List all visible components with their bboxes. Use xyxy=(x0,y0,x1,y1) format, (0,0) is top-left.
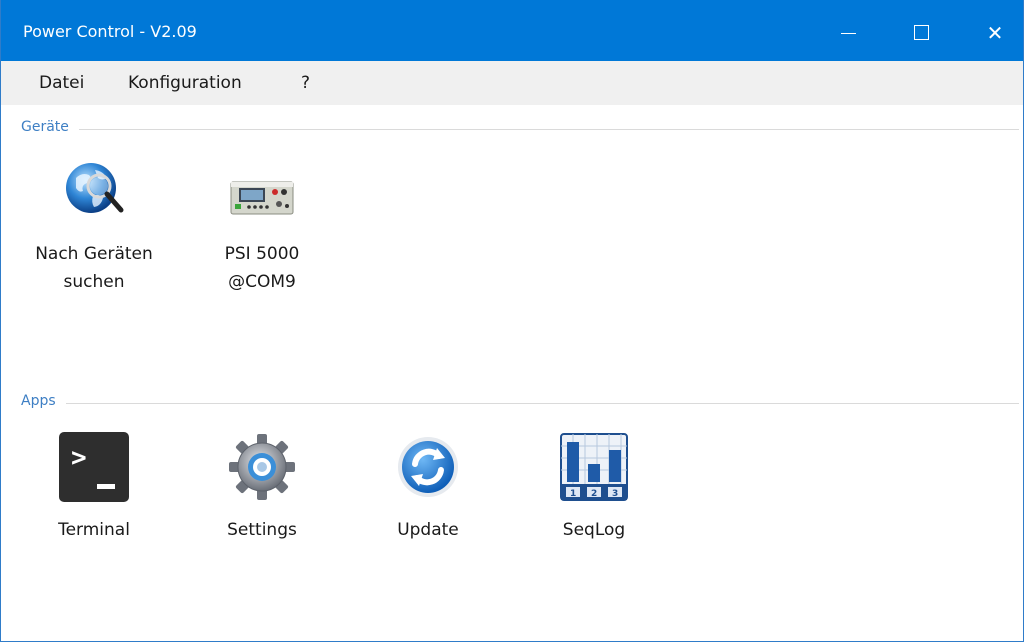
refresh-icon xyxy=(393,432,463,502)
gear-icon xyxy=(227,432,297,502)
seqlog-tile[interactable]: 1 2 3 SeqLog xyxy=(519,432,669,552)
terminal-label: Terminal xyxy=(58,520,130,540)
search-devices-tile[interactable]: Nach Geräten suchen xyxy=(19,158,169,308)
device-psi5000-label-line2: @COM9 xyxy=(228,272,296,292)
app-window: Power Control - V2.09 ✕ Datei Konfigurat… xyxy=(0,0,1024,642)
window-title: Power Control - V2.09 xyxy=(23,22,197,41)
search-devices-label-line2: suchen xyxy=(63,272,125,292)
globe-search-icon xyxy=(59,158,129,228)
svg-text:>: > xyxy=(71,443,87,473)
device-psi5000-label-line1: PSI 5000 xyxy=(224,244,300,264)
minimize-button[interactable] xyxy=(827,10,871,56)
svg-text:1: 1 xyxy=(570,489,576,499)
svg-text:3: 3 xyxy=(612,489,618,499)
update-label: Update xyxy=(397,520,459,540)
minimize-icon xyxy=(841,33,856,34)
settings-label: Settings xyxy=(227,520,297,540)
title-bar[interactable]: Power Control - V2.09 ✕ xyxy=(1,0,1023,61)
terminal-icon: > xyxy=(59,432,129,502)
update-tile[interactable]: Update xyxy=(353,432,503,552)
maximize-icon xyxy=(914,25,929,40)
maximize-button[interactable] xyxy=(899,10,943,56)
apps-section-label: Apps xyxy=(21,393,66,409)
devices-section-label: Geräte xyxy=(21,119,79,135)
menu-bar: Datei Konfiguration ? xyxy=(1,61,1023,105)
svg-text:2: 2 xyxy=(591,489,597,499)
search-devices-label-line1: Nach Geräten xyxy=(35,244,153,264)
terminal-tile[interactable]: > Terminal xyxy=(19,432,169,552)
settings-tile[interactable]: Settings xyxy=(187,432,337,552)
seqlog-chart-icon: 1 2 3 xyxy=(559,432,629,502)
devices-section-divider xyxy=(21,129,1019,130)
apps-section-divider xyxy=(21,403,1019,404)
device-psi5000-tile[interactable]: PSI 5000 @COM9 xyxy=(187,158,337,308)
close-icon: ✕ xyxy=(986,21,1004,45)
menu-datei[interactable]: Datei xyxy=(39,73,84,93)
power-supply-device-icon xyxy=(227,158,297,228)
close-button[interactable]: ✕ xyxy=(973,10,1017,56)
seqlog-label: SeqLog xyxy=(562,520,626,540)
menu-help[interactable]: ? xyxy=(301,73,310,93)
menu-konfiguration[interactable]: Konfiguration xyxy=(128,73,242,93)
